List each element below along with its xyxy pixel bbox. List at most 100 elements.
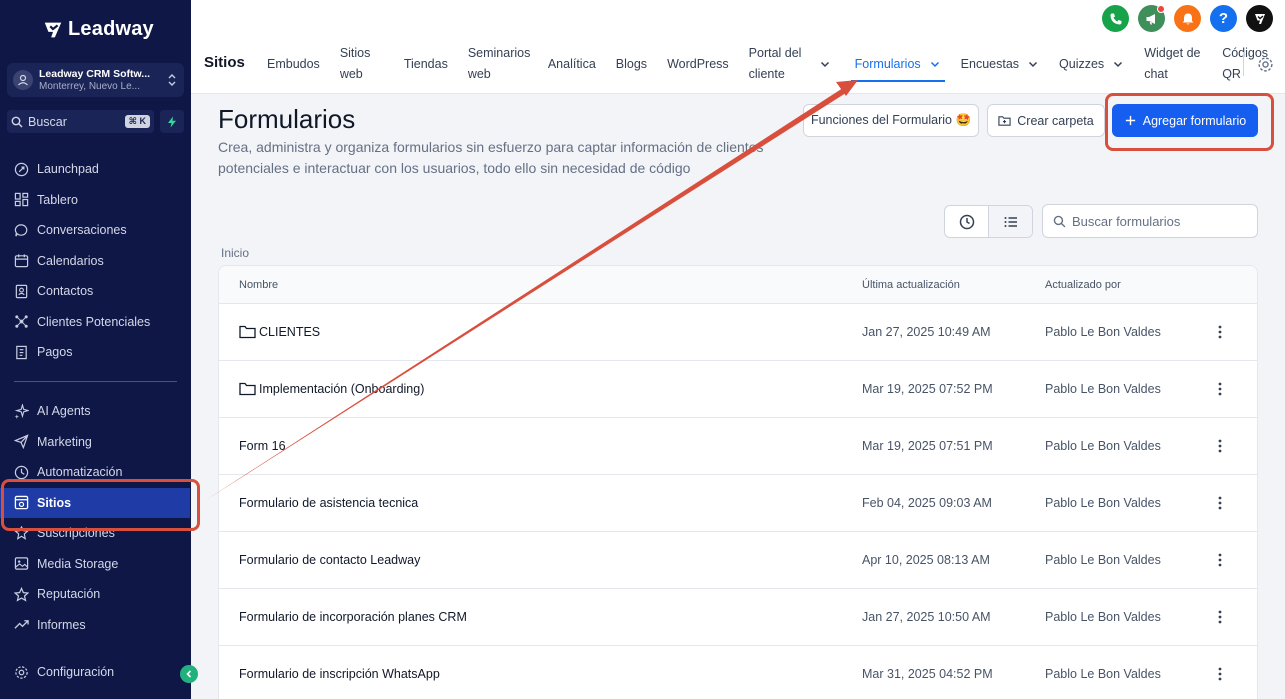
row-menu-button[interactable] <box>1212 607 1228 627</box>
announcements-button[interactable] <box>1138 5 1165 32</box>
row-menu-button[interactable] <box>1212 322 1228 342</box>
sidebar-item-informes[interactable]: Informes <box>0 610 191 641</box>
tab-widget-de-chat[interactable]: Widget de chat <box>1134 42 1212 86</box>
row-menu-button[interactable] <box>1212 379 1228 399</box>
receipt-icon <box>16 345 27 359</box>
tab-blogs[interactable]: Blogs <box>606 42 657 86</box>
sidebar-item-launchpad[interactable]: Launchpad <box>0 154 191 185</box>
forms-table: Nombre Última actualización Actualizado … <box>218 265 1258 699</box>
tab-tiendas[interactable]: Tiendas <box>394 42 458 86</box>
row-date: Mar 31, 2025 04:52 PM <box>862 667 993 681</box>
tab-portal-del-cliente[interactable]: Portal del cliente <box>739 42 845 86</box>
search-forms-input[interactable]: Buscar formularios <box>1042 204 1258 238</box>
row-name: Form 16 <box>239 439 286 453</box>
sidebar-item-configuracion[interactable]: Configuración <box>0 657 191 688</box>
sidebar-nav-top: Launchpad Tablero Conversaciones Calenda… <box>0 154 191 368</box>
phone-button[interactable] <box>1102 5 1129 32</box>
tab-analitica[interactable]: Analítica <box>538 42 606 86</box>
sidebar-item-clientes-potenciales[interactable]: Clientes Potenciales <box>0 307 191 338</box>
tab-label: Blogs <box>615 56 648 71</box>
sidebar-item-ai-agents[interactable]: AI Agents <box>0 396 191 427</box>
header-actions: ? <box>1102 5 1273 32</box>
sidebar-item-sitios[interactable]: Sitios <box>0 487 190 518</box>
tab-label: Portal del cliente <box>748 46 802 81</box>
row-user: Pablo Le Bon Valdes <box>1045 325 1161 339</box>
sidebar-item-label: Informes <box>37 617 86 632</box>
sidebar-item-suscripciones[interactable]: Suscripciones <box>0 518 191 549</box>
table-row[interactable]: Implementación (Onboarding) Mar 19, 2025… <box>219 361 1257 418</box>
quick-action-button[interactable] <box>160 110 184 133</box>
sidebar-item-reputacion[interactable]: Reputación <box>0 579 191 610</box>
tab-formularios[interactable]: Formularios <box>845 42 951 86</box>
notifications-button[interactable] <box>1174 5 1201 32</box>
dashboard-icon <box>14 193 29 207</box>
create-folder-button[interactable]: Crear carpeta <box>987 104 1105 137</box>
sitios-tabs: Embudos Sitios web Tiendas Seminarios we… <box>257 42 1276 86</box>
gear-icon[interactable] <box>1257 56 1274 73</box>
sidebar-item-label: Launchpad <box>37 162 99 177</box>
sidebar-item-contactos[interactable]: Contactos <box>0 276 191 307</box>
list-view-button[interactable] <box>988 206 1032 237</box>
column-updated-by[interactable]: Actualizado por <box>1045 279 1121 291</box>
row-user: Pablo Le Bon Valdes <box>1045 667 1161 681</box>
collapse-sidebar-button[interactable] <box>180 665 198 683</box>
row-name: Formulario de contacto Leadway <box>239 553 421 567</box>
search-icon <box>11 116 23 127</box>
form-features-button[interactable]: Funciones del Formulario 🤩 <box>803 104 979 137</box>
sidebar-item-label: Sitios <box>37 495 72 510</box>
tab-sitios-web[interactable]: Sitios web <box>330 42 394 86</box>
bell-icon <box>1182 13 1193 24</box>
more-vertical-icon <box>1218 439 1222 453</box>
table-row[interactable]: Formulario de inscripción WhatsApp Mar 3… <box>219 646 1257 699</box>
more-vertical-icon <box>1218 610 1222 624</box>
table-row[interactable]: Formulario de asistencia tecnica Feb 04,… <box>219 475 1257 532</box>
breadcrumb[interactable]: Inicio <box>221 246 249 260</box>
tab-quizzes[interactable]: Quizzes <box>1049 42 1134 86</box>
help-icon: ? <box>1218 10 1229 27</box>
tab-encuestas[interactable]: Encuestas <box>951 42 1049 86</box>
sidebar-divider <box>14 381 177 382</box>
more-vertical-icon <box>1218 382 1222 396</box>
table-row[interactable]: Formulario de incorporación planes CRM J… <box>219 589 1257 646</box>
recent-view-button[interactable] <box>945 206 988 237</box>
add-form-button[interactable]: Agregar formulario <box>1112 104 1258 137</box>
page-description: Crea, administra y organiza formularios … <box>218 139 764 176</box>
table-row[interactable]: Formulario de contacto Leadway Apr 10, 2… <box>219 532 1257 589</box>
megaphone-icon <box>1146 13 1155 24</box>
sidebar-item-label: Automatización <box>37 465 123 480</box>
sidebar-item-marketing[interactable]: Marketing <box>0 427 191 458</box>
sidebar-item-pagos[interactable]: Pagos <box>0 337 191 368</box>
sidebar-item-media-storage[interactable]: Media Storage <box>0 549 191 580</box>
chevron-down-icon <box>930 61 939 68</box>
table-header: Nombre Última actualización Actualizado … <box>219 266 1257 304</box>
sidebar: Leadway Leadway CRM Softw... Monterrey, … <box>0 0 191 699</box>
account-switcher[interactable]: Leadway CRM Softw... Monterrey, Nuevo Le… <box>7 63 184 97</box>
sidebar-item-automatizacion[interactable]: Automatización <box>0 457 191 488</box>
sidebar-search[interactable]: Buscar ⌘ K <box>7 110 154 133</box>
column-name[interactable]: Nombre <box>239 279 278 291</box>
row-menu-button[interactable] <box>1212 493 1228 513</box>
help-button[interactable]: ? <box>1210 5 1237 32</box>
sidebar-item-calendarios[interactable]: Calendarios <box>0 246 191 277</box>
profile-button[interactable] <box>1246 5 1273 32</box>
sidebar-item-label: Conversaciones <box>37 223 127 238</box>
sidebar-item-conversaciones[interactable]: Conversaciones <box>0 215 191 246</box>
column-updated[interactable]: Última actualización <box>862 279 960 291</box>
tab-label: Analítica <box>547 56 596 71</box>
row-menu-button[interactable] <box>1212 436 1228 456</box>
table-row[interactable]: Form 16 Mar 19, 2025 07:51 PM Pablo Le B… <box>219 418 1257 475</box>
tab-seminarios-web[interactable]: Seminarios web <box>458 42 538 86</box>
more-vertical-icon <box>1218 667 1222 681</box>
row-menu-button[interactable] <box>1212 664 1228 684</box>
leadway-logo-icon <box>44 22 62 37</box>
plus-icon <box>1125 115 1135 126</box>
search-label: Buscar <box>28 114 67 129</box>
tab-embudos[interactable]: Embudos <box>257 42 330 86</box>
sidebar-item-tablero[interactable]: Tablero <box>0 185 191 216</box>
account-location: Monterrey, Nuevo Le... <box>39 81 140 92</box>
row-menu-button[interactable] <box>1212 550 1228 570</box>
table-row[interactable]: CLIENTES Jan 27, 2025 10:49 AM Pablo Le … <box>219 304 1257 361</box>
row-date: Mar 19, 2025 07:52 PM <box>862 382 993 396</box>
tab-wordpress[interactable]: WordPress <box>657 42 739 86</box>
brand-logo[interactable]: Leadway <box>42 18 154 41</box>
